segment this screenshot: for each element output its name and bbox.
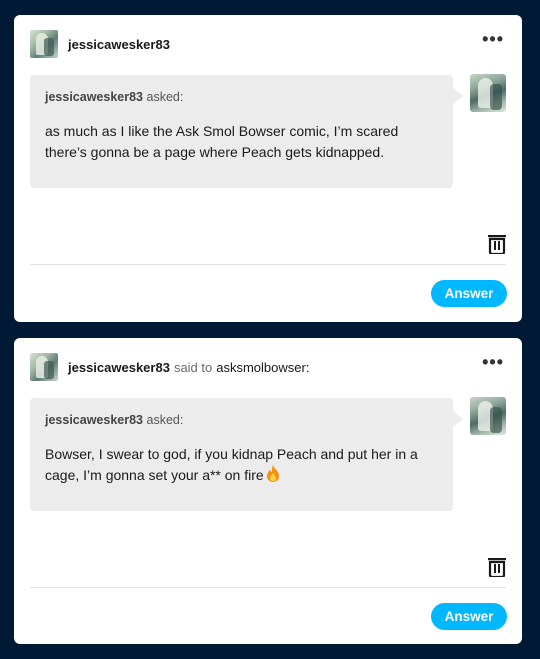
avatar[interactable] <box>30 353 58 381</box>
ask-post-card: jessicawesker83 said to asksmolbowser: •… <box>14 338 522 644</box>
asker-avatar[interactable] <box>470 74 506 112</box>
question-text-wrap: Bowser, I swear to god, if you kidnap Pe… <box>45 444 438 486</box>
answer-button[interactable]: Answer <box>431 603 507 630</box>
ask-post-card: jessicawesker83 ••• jessicawesker83 aske… <box>14 15 522 322</box>
said-to-label: said to <box>173 359 213 375</box>
divider <box>30 264 506 265</box>
asker-name[interactable]: jessicawesker83 <box>45 90 143 104</box>
asker-avatar[interactable] <box>470 397 506 435</box>
fire-emoji-icon <box>266 465 279 482</box>
more-options-icon[interactable]: ••• <box>482 353 504 371</box>
question-text: Bowser, I swear to god, if you kidnap Pe… <box>45 446 418 483</box>
post-header: jessicawesker83 said to asksmolbowser: •… <box>30 352 506 382</box>
divider <box>30 587 506 588</box>
ask-bubble: jessicawesker83 asked: Bowser, I swear t… <box>30 398 463 511</box>
question-text: as much as I like the Ask Smol Bowser co… <box>45 123 399 160</box>
asker-line: jessicawesker83 asked: <box>45 90 438 104</box>
asked-label: asked: <box>146 413 184 427</box>
trash-icon[interactable] <box>488 234 506 254</box>
asker-name[interactable]: jessicawesker83 <box>45 413 143 427</box>
ask-bubble: jessicawesker83 asked: as much as I like… <box>30 75 463 188</box>
target-blog[interactable]: asksmolbowser: <box>216 360 309 375</box>
post-username[interactable]: jessicawesker83 <box>68 360 170 375</box>
more-options-icon[interactable]: ••• <box>482 30 504 48</box>
avatar[interactable] <box>30 30 58 58</box>
post-username[interactable]: jessicawesker83 <box>68 37 170 52</box>
answer-button[interactable]: Answer <box>431 280 507 307</box>
trash-icon[interactable] <box>488 557 506 577</box>
post-header: jessicawesker83 ••• <box>30 29 506 59</box>
asked-label: asked: <box>146 90 184 104</box>
asker-line: jessicawesker83 asked: <box>45 413 438 427</box>
